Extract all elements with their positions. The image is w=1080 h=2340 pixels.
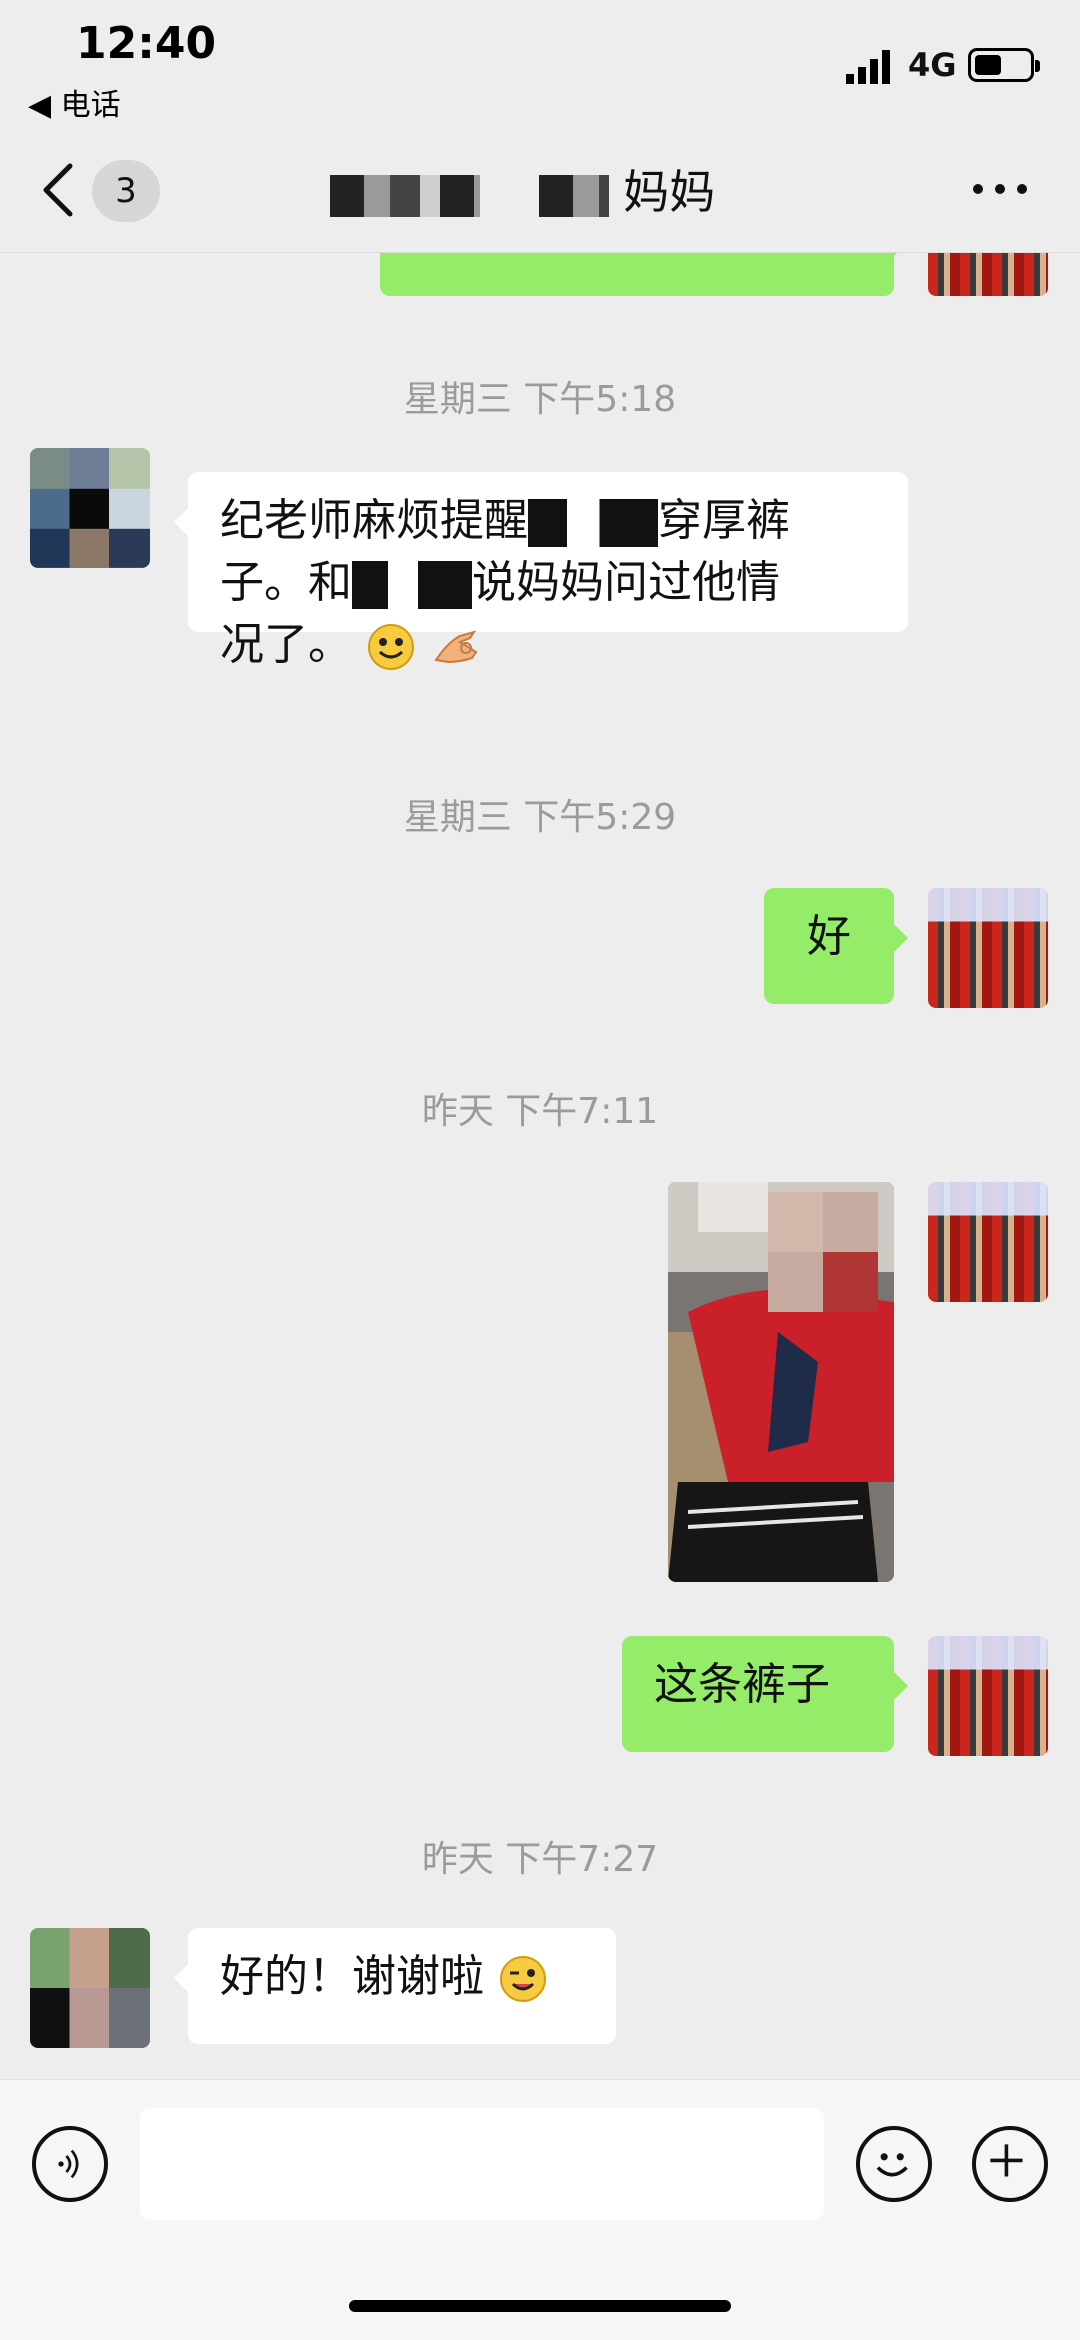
smile-emoji-icon [368,624,414,670]
more-icon[interactable] [970,174,1030,204]
message-text: 好 [807,911,851,962]
avatar-self[interactable] [928,1182,1048,1302]
battery-icon [968,48,1040,82]
message-text: 这条裤子 [654,1659,830,1710]
chevron-left-icon[interactable] [36,160,86,220]
chat-title-suffix: 妈妈 [623,165,716,219]
message-bubble-incoming[interactable]: 纪老师麻烦提醒 穿厚裤 子。和 说妈妈问过他情 况了。 [174,472,908,670]
message-text-part: 穿厚裤 [658,495,790,546]
chat-title: 妈妈 [330,160,770,224]
wink-emoji-icon [500,1956,546,2002]
timestamp: 昨天 下午7:27 [421,1839,659,1880]
message-bubble-partial[interactable] [380,252,908,296]
timestamp: 昨天 下午7:11 [421,1091,659,1132]
message-text: 好的！谢谢啦 [220,1951,484,2002]
message-bubble-outgoing[interactable]: 这条裤子 [622,1636,908,1752]
photo-child-red-jacket [668,1182,894,1582]
input-bar [0,2079,1080,2340]
voice-icon[interactable] [32,2126,108,2202]
message-text-part: 子。和 [220,557,352,608]
avatar-contact[interactable] [30,448,150,568]
plus-icon[interactable] [972,2126,1048,2202]
message-text-part: 说妈妈问过他情 [472,557,780,608]
timestamp: 星期三 下午5:29 [403,797,677,838]
redacted-name [352,561,472,609]
signal-icon [846,50,890,84]
message-image[interactable] [668,1182,894,1582]
status-bar: 12:40 ◀ 电话 4G [0,0,1080,130]
home-indicator[interactable] [349,2300,731,2312]
message-text-part: 纪老师麻烦提醒 [220,495,528,546]
message-bubble-incoming[interactable]: 好的！谢谢啦 [174,1928,616,2044]
emoji-icon[interactable] [856,2126,932,2202]
redacted-name [538,174,609,217]
message-list[interactable]: 星期三 下午5:18 纪老师麻烦提醒 穿厚裤 子。和 说妈妈问过他情 况了。 星期三… [0,252,1080,2079]
avatar-self[interactable] [928,252,1048,296]
network-type: 4G [908,46,957,84]
message-text: 纪老师麻烦提醒 穿厚裤 子。和 说妈妈问过他情 况了。 [220,490,876,676]
avatar-self[interactable] [928,1636,1048,1756]
message-input[interactable] [140,2108,824,2220]
avatar-self[interactable] [928,888,1048,1008]
redacted-name [528,499,658,547]
back-to-app-link[interactable]: ◀ 电话 [28,80,121,124]
timestamp: 星期三 下午5:18 [403,379,677,420]
chat-header: 3 妈妈 [0,130,1080,253]
message-text-part: 况了。 [220,619,352,670]
ok-hand-emoji-icon [434,630,478,664]
status-time: 12:40 [76,18,217,69]
avatar-contact[interactable] [30,1928,150,2048]
redacted-name [330,174,480,217]
message-bubble-outgoing[interactable]: 好 [764,888,908,1004]
unread-count-badge[interactable]: 3 [92,160,160,222]
